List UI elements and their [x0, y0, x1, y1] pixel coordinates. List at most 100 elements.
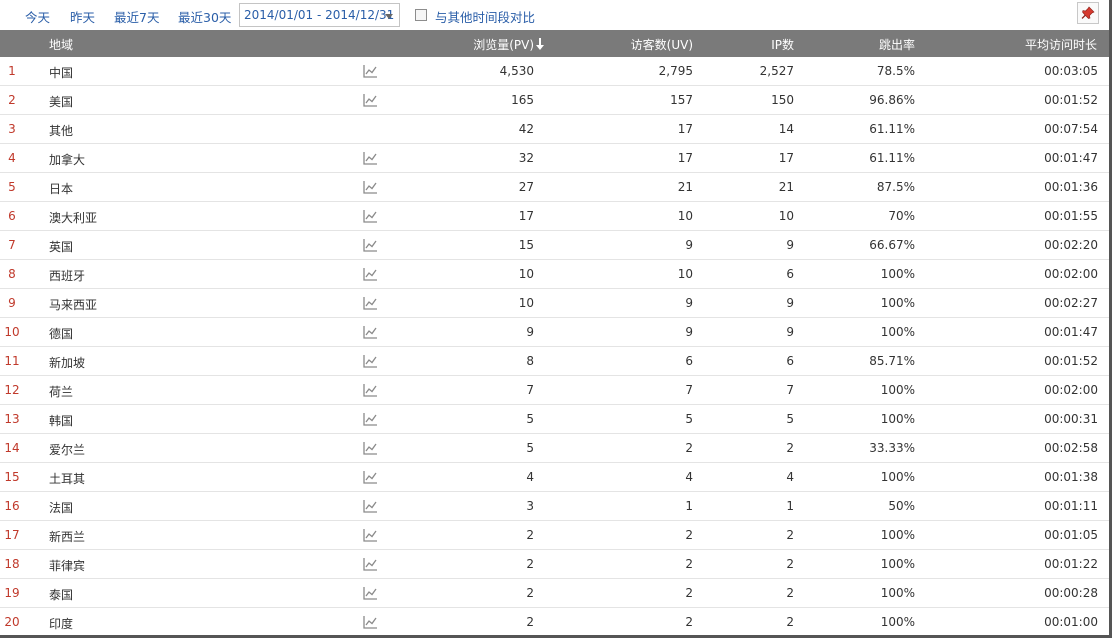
avg-time-cell: 00:02:00 [1044, 383, 1098, 397]
region-cell: 日本 [49, 182, 74, 196]
rank-cell: 12 [4, 383, 20, 397]
avg-time-cell: 00:01:05 [1044, 528, 1098, 542]
column-header-bounce[interactable]: 跳出率 [879, 36, 915, 53]
bounce-cell: 61.11% [869, 122, 915, 136]
bounce-cell: 87.5% [876, 180, 915, 194]
date-range-value: 2014/01/01 - 2014/12/31 [244, 8, 395, 22]
region-cell: 法国 [49, 501, 74, 515]
column-header-avg-time[interactable]: 平均访问时长 [1025, 36, 1097, 53]
avg-time-cell: 00:02:00 [1044, 267, 1098, 281]
trend-chart-icon[interactable] [362, 498, 378, 514]
bounce-cell: 61.11% [869, 151, 915, 165]
trend-chart-icon[interactable] [362, 179, 378, 195]
compare-label[interactable]: 与其他时间段对比 [435, 7, 535, 26]
column-header-ip[interactable]: IP数 [771, 36, 794, 53]
ip-cell: 2 [786, 586, 794, 600]
rank-cell: 19 [4, 586, 20, 600]
avg-time-cell: 00:00:31 [1044, 412, 1098, 426]
pv-cell: 10 [518, 267, 534, 281]
bounce-cell: 100% [880, 557, 915, 571]
pv-cell: 2 [526, 615, 534, 629]
region-cell: 新西兰 [49, 530, 86, 544]
trend-chart-icon[interactable] [362, 585, 378, 601]
trend-chart-icon[interactable] [362, 440, 378, 456]
yesterday-link[interactable]: 昨天 [70, 7, 95, 26]
rank-cell: 6 [8, 209, 16, 223]
uv-cell: 7 [685, 383, 693, 397]
date-range-picker[interactable]: 2014/01/01 - 2014/12/31 [239, 3, 400, 27]
region-cell: 新加坡 [49, 356, 86, 370]
avg-time-cell: 00:01:00 [1044, 615, 1098, 629]
pv-cell: 4 [526, 470, 534, 484]
bounce-cell: 66.67% [869, 238, 915, 252]
uv-cell: 5 [685, 412, 693, 426]
column-header-pv-label: 浏览量(PV) [473, 38, 534, 52]
uv-cell: 2 [685, 615, 693, 629]
trend-chart-icon[interactable] [362, 295, 378, 311]
pin-button[interactable] [1077, 2, 1099, 24]
compare-checkbox[interactable] [415, 9, 427, 21]
uv-cell: 17 [677, 122, 693, 136]
table-row: 11 新加坡 8 6 6 85.71% 00:01:52 [0, 347, 1112, 376]
trend-chart-icon[interactable] [362, 92, 378, 108]
ip-cell: 9 [786, 238, 794, 252]
pv-cell: 7 [526, 383, 534, 397]
uv-cell: 2 [685, 586, 693, 600]
trend-chart-icon[interactable] [362, 208, 378, 224]
avg-time-cell: 00:02:20 [1044, 238, 1098, 252]
uv-cell: 10 [677, 209, 693, 223]
table-row: 10 德国 9 9 9 100% 00:01:47 [0, 318, 1112, 347]
uv-cell: 157 [670, 93, 693, 107]
trend-chart-icon[interactable] [362, 324, 378, 340]
trend-chart-icon[interactable] [362, 237, 378, 253]
uv-cell: 2 [685, 528, 693, 542]
uv-cell: 6 [685, 354, 693, 368]
rank-cell: 17 [4, 528, 20, 542]
rank-cell: 18 [4, 557, 20, 571]
trend-chart-icon[interactable] [362, 614, 378, 630]
rank-cell: 4 [8, 151, 16, 165]
uv-cell: 2 [685, 441, 693, 455]
bounce-cell: 100% [880, 296, 915, 310]
pv-cell: 5 [526, 441, 534, 455]
uv-cell: 9 [685, 238, 693, 252]
uv-cell: 4 [685, 470, 693, 484]
trend-chart-icon[interactable] [362, 382, 378, 398]
bounce-cell: 100% [880, 325, 915, 339]
uv-cell: 21 [677, 180, 693, 194]
rank-cell: 10 [4, 325, 20, 339]
rank-cell: 7 [8, 238, 16, 252]
table-row: 4 加拿大 32 17 17 61.11% 00:01:47 [0, 144, 1112, 173]
pv-cell: 2 [526, 586, 534, 600]
trend-chart-icon[interactable] [362, 469, 378, 485]
column-header-uv[interactable]: 访客数(UV) [631, 36, 693, 53]
table-row: 12 荷兰 7 7 7 100% 00:02:00 [0, 376, 1112, 405]
bounce-cell: 33.33% [869, 441, 915, 455]
region-cell: 土耳其 [49, 472, 86, 486]
ip-cell: 6 [786, 354, 794, 368]
avg-time-cell: 00:01:47 [1044, 325, 1098, 339]
column-header-pv[interactable]: 浏览量(PV) [473, 36, 545, 53]
last-30-days-link[interactable]: 最近30天 [178, 7, 231, 26]
table-row: 15 土耳其 4 4 4 100% 00:01:38 [0, 463, 1112, 492]
region-cell: 泰国 [49, 588, 74, 602]
today-link[interactable]: 今天 [25, 7, 50, 26]
table-row: 3 其他 42 17 14 61.11% 00:07:54 [0, 115, 1112, 144]
region-cell: 中国 [49, 66, 74, 80]
ip-cell: 2 [786, 615, 794, 629]
trend-chart-icon[interactable] [362, 63, 378, 79]
trend-chart-icon[interactable] [362, 527, 378, 543]
trend-chart-icon[interactable] [362, 353, 378, 369]
bounce-cell: 100% [880, 470, 915, 484]
pv-cell: 5 [526, 412, 534, 426]
trend-chart-icon[interactable] [362, 556, 378, 572]
last-7-days-link[interactable]: 最近7天 [114, 7, 159, 26]
avg-time-cell: 00:01:47 [1044, 151, 1098, 165]
avg-time-cell: 00:01:52 [1044, 93, 1098, 107]
avg-time-cell: 00:03:05 [1044, 64, 1098, 78]
trend-chart-icon[interactable] [362, 266, 378, 282]
trend-chart-icon[interactable] [362, 411, 378, 427]
trend-chart-icon[interactable] [362, 150, 378, 166]
table-header: 地域 浏览量(PV) 访客数(UV) IP数 跳出率 平均访问时长 [0, 30, 1112, 57]
region-cell: 西班牙 [49, 269, 86, 283]
